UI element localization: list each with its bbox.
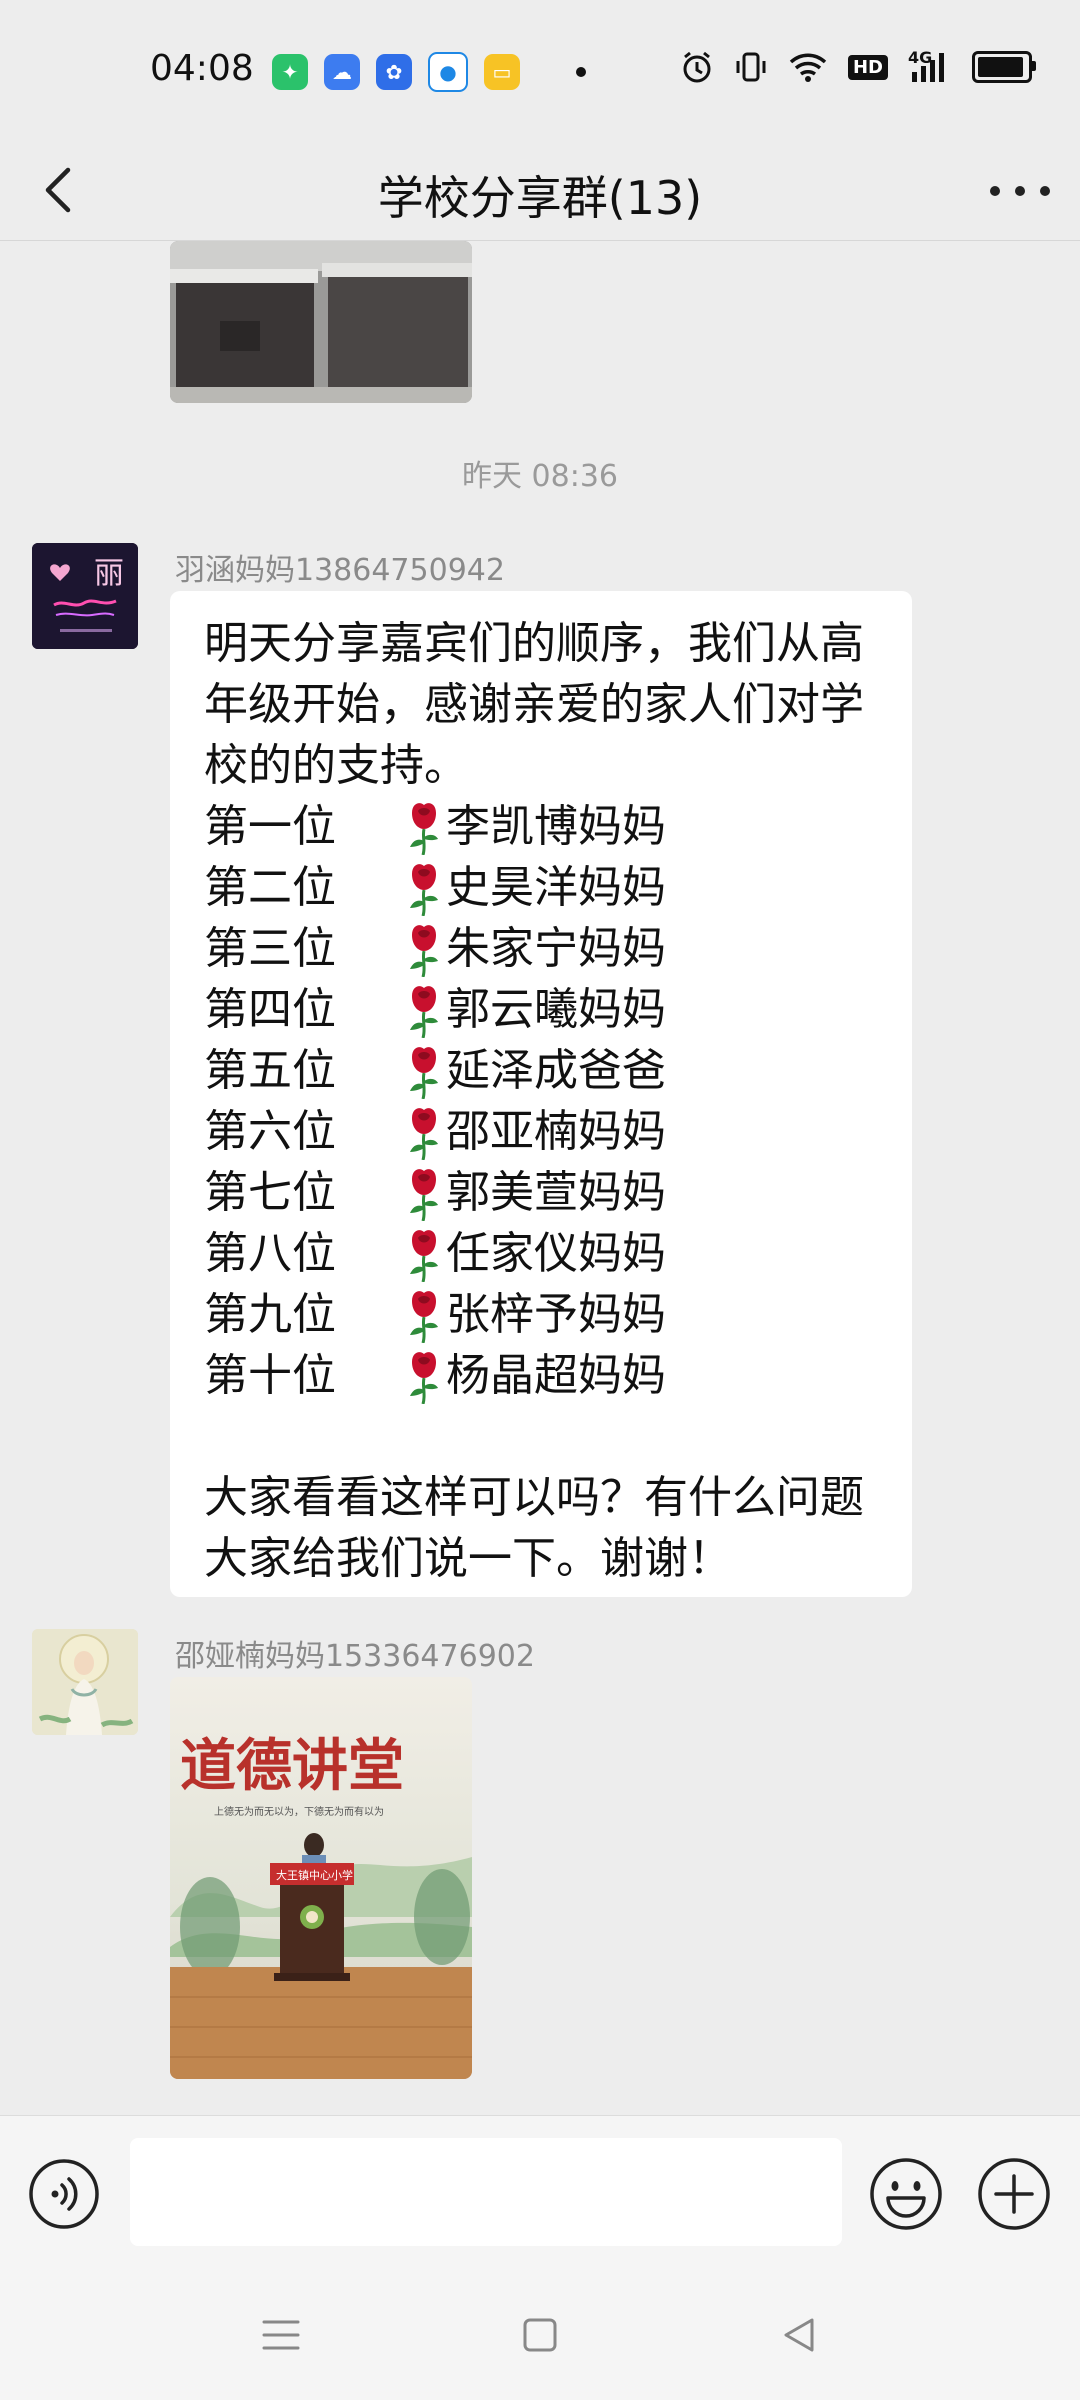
status-bar: 04:08 ✦ ☁ ✿ ● ▭ HD 4G: [0, 0, 1080, 140]
status-time: 04:08: [150, 48, 254, 89]
wifi-icon: [789, 53, 827, 82]
image-message-furniture[interactable]: [170, 241, 472, 403]
podium-text: 大王镇中心小学: [276, 1868, 353, 1882]
rose-icon: [410, 924, 438, 977]
guest-name: 张梓予妈妈: [446, 1289, 666, 1340]
system-icons: HD 4G: [680, 48, 1036, 84]
baidu-app-icon: ✿: [376, 54, 412, 90]
guest-name: 邵亚楠妈妈: [446, 1106, 666, 1157]
notification-icons: ✦ ☁ ✿ ● ▭: [272, 52, 586, 92]
closing-line: 大家给我们说一下。谢谢！: [204, 1533, 732, 1584]
add-attachment-icon[interactable]: [976, 2156, 1052, 2232]
avatar[interactable]: [32, 1629, 138, 1735]
closing-line: 大家看看这样可以吗？有什么问题: [204, 1472, 864, 1523]
guest-name: 史昊洋妈妈: [446, 862, 666, 913]
sender-name: 羽涵妈妈13864750942: [175, 553, 505, 588]
rank-label: 第二位: [204, 862, 336, 913]
avatar-text: 丽: [94, 556, 124, 591]
rose-icon: [410, 1290, 438, 1343]
rank-row: 第五位 延泽成爸爸: [204, 1040, 894, 1101]
rank-label: 第八位: [204, 1228, 336, 1279]
home-icon[interactable]: [515, 2310, 565, 2360]
app-notification-icon: ✦: [272, 54, 308, 90]
rank-row: 第四位 郭云曦妈妈: [204, 979, 894, 1040]
rank-row: 第十位 杨晶超妈妈: [204, 1345, 894, 1406]
group-title: 学校分享群(13): [377, 171, 703, 225]
rose-icon: [410, 985, 438, 1038]
rank-row: 第八位 任家仪妈妈: [204, 1223, 894, 1284]
rose-icon: [410, 802, 438, 855]
rank-label: 第七位: [204, 1167, 336, 1218]
notes-app-icon: ▭: [484, 54, 520, 90]
alarm-icon: [683, 51, 711, 83]
rank-row: 第六位 邵亚楠妈妈: [204, 1101, 894, 1162]
sender-name: 邵娅楠妈妈15336476902: [175, 1639, 535, 1674]
emoji-icon[interactable]: [868, 2156, 944, 2232]
chat-header: 学校分享群(13): [0, 140, 1080, 241]
guest-name: 延泽成爸爸: [446, 1045, 666, 1096]
map-app-icon: ●: [428, 52, 468, 92]
rose-icon: [410, 1046, 438, 1099]
image-message-lecture[interactable]: 道德讲堂 上德无为而无以为，下德无为而有以为 大王镇中心小学: [170, 1677, 472, 2079]
guest-name: 任家仪妈妈: [446, 1228, 666, 1279]
rank-row: 第九位 张梓予妈妈: [204, 1284, 894, 1345]
image-banner-text: 道德讲堂: [180, 1733, 404, 1799]
rank-label: 第十位: [204, 1350, 336, 1401]
rose-icon: [410, 1107, 438, 1160]
system-navigation-bar: [0, 2270, 1080, 2400]
rank-label: 第九位: [204, 1289, 336, 1340]
rank-label: 第一位: [204, 801, 336, 852]
input-bar: [0, 2115, 1080, 2271]
voice-input-icon[interactable]: [28, 2158, 100, 2230]
rank-row: 第二位 史昊洋妈妈: [204, 857, 894, 918]
message-input[interactable]: [130, 2138, 842, 2246]
intro-line: 明天分享嘉宾们的顺序，我们从高: [204, 618, 864, 669]
rose-icon: [410, 1168, 438, 1221]
guest-name: 朱家宁妈妈: [446, 923, 666, 974]
back-nav-icon[interactable]: [774, 2310, 824, 2360]
more-notifications-dot: [576, 67, 586, 77]
rose-icon: [410, 1229, 438, 1282]
guest-name: 郭美萱妈妈: [446, 1167, 666, 1218]
image-subtitle-text: 上德无为而无以为，下德无为而有以为: [214, 1805, 384, 1818]
message-bubble[interactable]: 明天分享嘉宾们的顺序，我们从高 年级开始，感谢亲爱的家人们对学 校的的支持。 第…: [170, 591, 912, 1597]
battery-icon: [972, 51, 1036, 83]
rose-icon: [410, 1351, 438, 1404]
rank-row: 第三位 朱家宁妈妈: [204, 918, 894, 979]
message-text: 明天分享嘉宾们的顺序，我们从高 年级开始，感谢亲爱的家人们对学 校的的支持。 第…: [204, 613, 894, 1589]
chat-area[interactable]: 昨天 08:36 丽 羽涵妈妈13864750942 明天分享嘉宾们的顺序，我们…: [0, 241, 1080, 2115]
rank-list: 第一位 李凯博妈妈第二位 史昊洋妈妈第三位 朱家宁妈妈第四位 郭云曦妈妈第五位 延泽成爸爸…: [204, 796, 894, 1406]
guest-name: 李凯博妈妈: [446, 801, 666, 852]
intro-line: 年级开始，感谢亲爱的家人们对学: [204, 679, 864, 730]
more-options-icon[interactable]: [990, 166, 1050, 216]
cloud-app-icon: ☁: [324, 54, 360, 90]
signal-icon: 4G: [908, 48, 952, 84]
intro-line: 校的的支持。: [204, 740, 468, 791]
rose-icon: [410, 863, 438, 916]
avatar[interactable]: 丽: [32, 543, 138, 649]
rank-label: 第三位: [204, 923, 336, 974]
rank-row: 第一位 李凯博妈妈: [204, 796, 894, 857]
menu-icon[interactable]: [256, 2310, 306, 2360]
rank-label: 第五位: [204, 1045, 336, 1096]
rank-label: 第四位: [204, 984, 336, 1035]
rank-row: 第七位 郭美萱妈妈: [204, 1162, 894, 1223]
rank-label: 第六位: [204, 1106, 336, 1157]
guest-name: 郭云曦妈妈: [446, 984, 666, 1035]
message-timestamp: 昨天 08:36: [462, 459, 618, 494]
hd-icon: HD: [847, 54, 888, 80]
guest-name: 杨晶超妈妈: [446, 1350, 666, 1401]
vibrate-icon: [736, 52, 766, 82]
